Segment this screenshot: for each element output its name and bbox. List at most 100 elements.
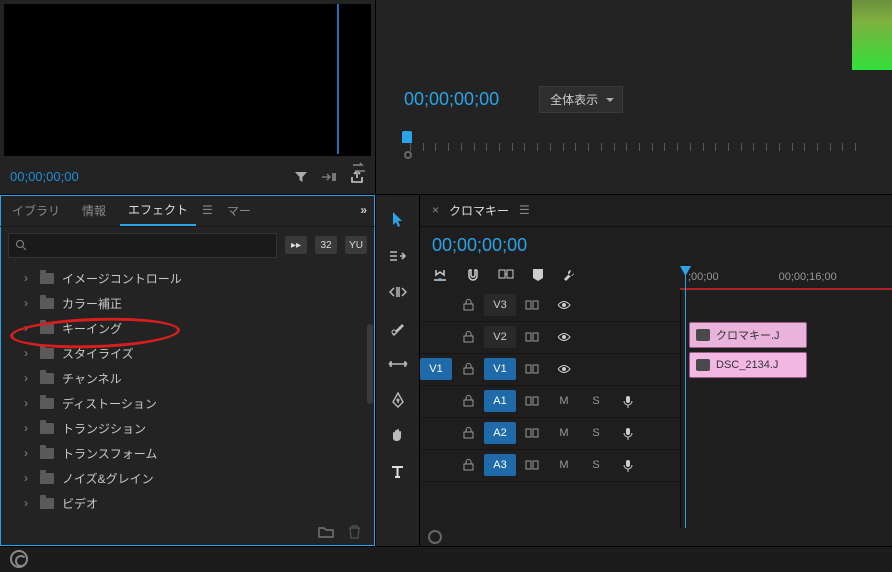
insert-icon[interactable] <box>321 169 337 185</box>
sync-lock-icon[interactable] <box>516 364 548 374</box>
hand-tool[interactable] <box>385 425 411 447</box>
eye-icon[interactable] <box>548 364 580 374</box>
lock-icon[interactable] <box>452 331 484 343</box>
sync-lock-icon[interactable] <box>516 460 548 470</box>
razor-tool[interactable] <box>385 317 411 339</box>
source-timecode[interactable]: 00;00;00;00 <box>10 169 79 184</box>
fx-folder-item[interactable]: ›ディストーション <box>0 391 375 416</box>
close-icon[interactable]: × <box>432 203 439 217</box>
effects-list[interactable]: ›イメージコントロール ›カラー補正 ›キーイング ›スタイライズ ›チャンネル… <box>0 264 375 518</box>
track-a2[interactable]: A2 M S <box>420 418 680 450</box>
type-tool[interactable] <box>385 461 411 483</box>
ripple-tool[interactable] <box>385 281 411 303</box>
solo-button[interactable]: S <box>580 395 612 407</box>
track-label[interactable]: A1 <box>484 390 516 412</box>
track-label[interactable]: V1 <box>484 358 516 380</box>
tabs-overflow[interactable]: » <box>360 203 367 217</box>
mute-button[interactable]: M <box>548 395 580 407</box>
wrench-icon[interactable] <box>562 268 576 282</box>
folder-icon <box>40 273 54 284</box>
timeline-menu-icon[interactable]: ☰ <box>519 203 530 217</box>
trash-icon[interactable] <box>348 524 361 539</box>
time-ruler[interactable]: ;00;00 00;00;16;00 <box>680 266 892 288</box>
snap-icon[interactable] <box>432 268 448 282</box>
magnet-icon[interactable] <box>466 268 480 282</box>
fx-folder-item[interactable]: ›ビデオ <box>0 491 375 516</box>
effects-search[interactable] <box>8 233 277 258</box>
funnel-icon[interactable] <box>293 169 309 185</box>
lock-icon[interactable] <box>452 299 484 311</box>
mic-icon[interactable] <box>612 459 644 472</box>
program-timecode[interactable]: 00;00;00;00 <box>404 89 499 110</box>
fx-folder-item[interactable]: ›トランジション <box>0 416 375 441</box>
clip-chromakey[interactable]: クロマキー.J <box>689 322 807 348</box>
track-label[interactable]: A2 <box>484 422 516 444</box>
fx-folder-item[interactable]: ›イメージコントロール <box>0 266 375 291</box>
timeline-controls: 00;00;00;00 <box>420 227 892 264</box>
timeline-playhead[interactable] <box>685 266 686 528</box>
timeline-timecode[interactable]: 00;00;00;00 <box>432 235 527 256</box>
tab-info[interactable]: 情報 <box>74 196 114 225</box>
scrollbar[interactable] <box>367 324 373 404</box>
timeline-tracks[interactable]: クロマキー.J DSC_2134.J <box>680 290 892 528</box>
sync-lock-icon[interactable] <box>516 428 548 438</box>
mute-button[interactable]: M <box>548 459 580 471</box>
track-v1[interactable]: V1 V1 <box>420 354 680 386</box>
selection-tool[interactable] <box>385 209 411 231</box>
new-bin-icon[interactable] <box>318 525 334 538</box>
source-patch[interactable]: V1 <box>420 358 452 380</box>
zoom-handle[interactable] <box>428 530 442 544</box>
search-input[interactable] <box>33 238 270 253</box>
track-v2[interactable]: V2 <box>420 322 680 354</box>
preset-yuv[interactable]: YU <box>345 236 367 254</box>
preset-32bit[interactable]: 32 <box>315 236 337 254</box>
mic-icon[interactable] <box>612 395 644 408</box>
linked-selection-icon[interactable] <box>498 268 514 282</box>
lock-icon[interactable] <box>452 427 484 439</box>
sync-lock-icon[interactable] <box>516 332 548 342</box>
fx-folder-item[interactable]: ›ノイズ&グレイン <box>0 466 375 491</box>
mic-icon[interactable] <box>612 427 644 440</box>
sync-lock-icon[interactable] <box>516 396 548 406</box>
track-select-tool[interactable] <box>385 245 411 267</box>
track-a3[interactable]: A3 M S <box>420 450 680 482</box>
pen-tool[interactable] <box>385 389 411 411</box>
preset-accel[interactable]: ▸▸ <box>285 236 307 254</box>
sync-lock-icon[interactable] <box>516 300 548 310</box>
clip-dsc2134[interactable]: DSC_2134.J <box>689 352 807 378</box>
track-label[interactable]: V2 <box>484 326 516 348</box>
tab-effects[interactable]: エフェクト <box>120 195 196 226</box>
tab-library[interactable]: イブラリ <box>4 196 68 225</box>
lock-icon[interactable] <box>452 395 484 407</box>
solo-button[interactable]: S <box>580 459 612 471</box>
fx-folder-keying[interactable]: ›キーイング <box>0 316 375 341</box>
fx-folder-item[interactable]: ›カラー補正 <box>0 291 375 316</box>
marker-icon[interactable] <box>532 268 544 282</box>
scrub-playhead[interactable] <box>402 131 412 143</box>
source-footer: 00;00;00;00 <box>0 160 375 194</box>
fx-folder-item[interactable]: ›トランスフォーム <box>0 441 375 466</box>
tab-menu-icon[interactable]: ☰ <box>202 203 213 217</box>
lock-icon[interactable] <box>452 363 484 375</box>
fx-folder-item[interactable]: ›チャンネル <box>0 366 375 391</box>
timeline-hscroll[interactable] <box>420 528 892 546</box>
loop-icon[interactable] <box>351 160 367 176</box>
track-v3[interactable]: V3 <box>420 290 680 322</box>
eye-icon[interactable] <box>548 332 580 342</box>
eye-icon[interactable] <box>548 300 580 310</box>
clip-label: DSC_2134.J <box>716 359 778 371</box>
sequence-title[interactable]: クロマキー <box>449 202 509 219</box>
slip-tool[interactable] <box>385 353 411 375</box>
view-mode-select[interactable]: 全体表示 <box>539 86 623 113</box>
mute-button[interactable]: M <box>548 427 580 439</box>
track-label[interactable]: A3 <box>484 454 516 476</box>
source-canvas[interactable] <box>4 4 371 156</box>
solo-button[interactable]: S <box>580 427 612 439</box>
lock-icon[interactable] <box>452 459 484 471</box>
track-label[interactable]: V3 <box>484 294 516 316</box>
fx-folder-item[interactable]: ›スタイライズ <box>0 341 375 366</box>
program-scrubber[interactable] <box>400 131 868 161</box>
creative-cloud-icon[interactable] <box>10 550 28 568</box>
tab-marker[interactable]: マー <box>219 196 259 225</box>
track-a1[interactable]: A1 M S <box>420 386 680 418</box>
